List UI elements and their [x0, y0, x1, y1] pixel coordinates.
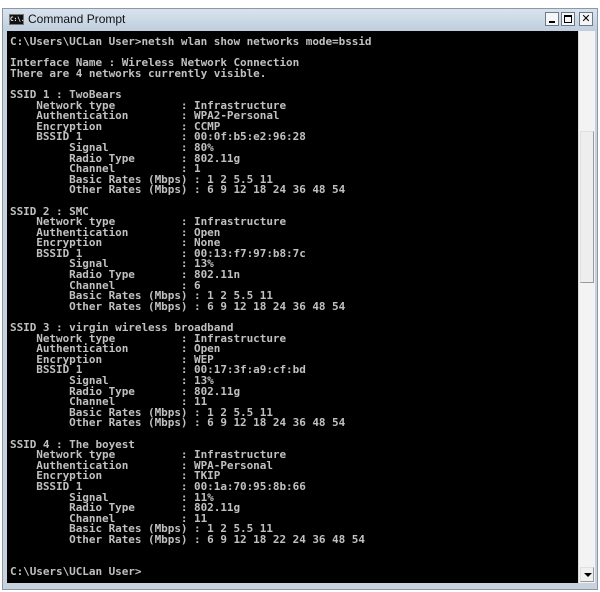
title-bar[interactable]: C:\. Command Prompt ✕	[3, 9, 597, 31]
console-output[interactable]: C:\Users\UCLan User>netsh wlan show netw…	[7, 31, 578, 583]
close-button[interactable]: ✕	[579, 12, 593, 26]
command-line: C:\Users\UCLan User>netsh wlan show netw…	[10, 35, 372, 48]
minimize-button[interactable]	[545, 12, 559, 26]
other-rates-line: Other Rates (Mbps) : 6 9 12 18 24 36 48 …	[10, 299, 346, 313]
maximize-button[interactable]	[561, 12, 575, 26]
final-prompt: C:\Users\UCLan User>	[10, 564, 142, 578]
window-title: Command Prompt	[28, 12, 126, 26]
command-prompt-window: C:\. Command Prompt ✕ C:\Users\UCLan Use…	[2, 8, 598, 590]
close-icon: ✕	[581, 12, 591, 25]
cmd-icon[interactable]: C:\.	[9, 14, 24, 25]
console-text: C:\Users\UCLan User>netsh wlan show netw…	[7, 31, 578, 577]
other-rates-line: Other Rates (Mbps) : 6 9 12 18 24 36 48 …	[10, 416, 346, 430]
window-frame-bottom	[3, 583, 597, 589]
other-rates-line: Other Rates (Mbps) : 6 9 12 18 22 24 36 …	[10, 532, 365, 546]
scroll-down-button[interactable]	[580, 567, 594, 582]
other-rates-line: Other Rates (Mbps) : 6 9 12 18 24 36 48 …	[10, 183, 346, 197]
scrollbar-thumb[interactable]	[580, 131, 594, 283]
vertical-scrollbar[interactable]	[578, 31, 595, 583]
summary-line: There are 4 networks currently visible.	[10, 66, 267, 80]
